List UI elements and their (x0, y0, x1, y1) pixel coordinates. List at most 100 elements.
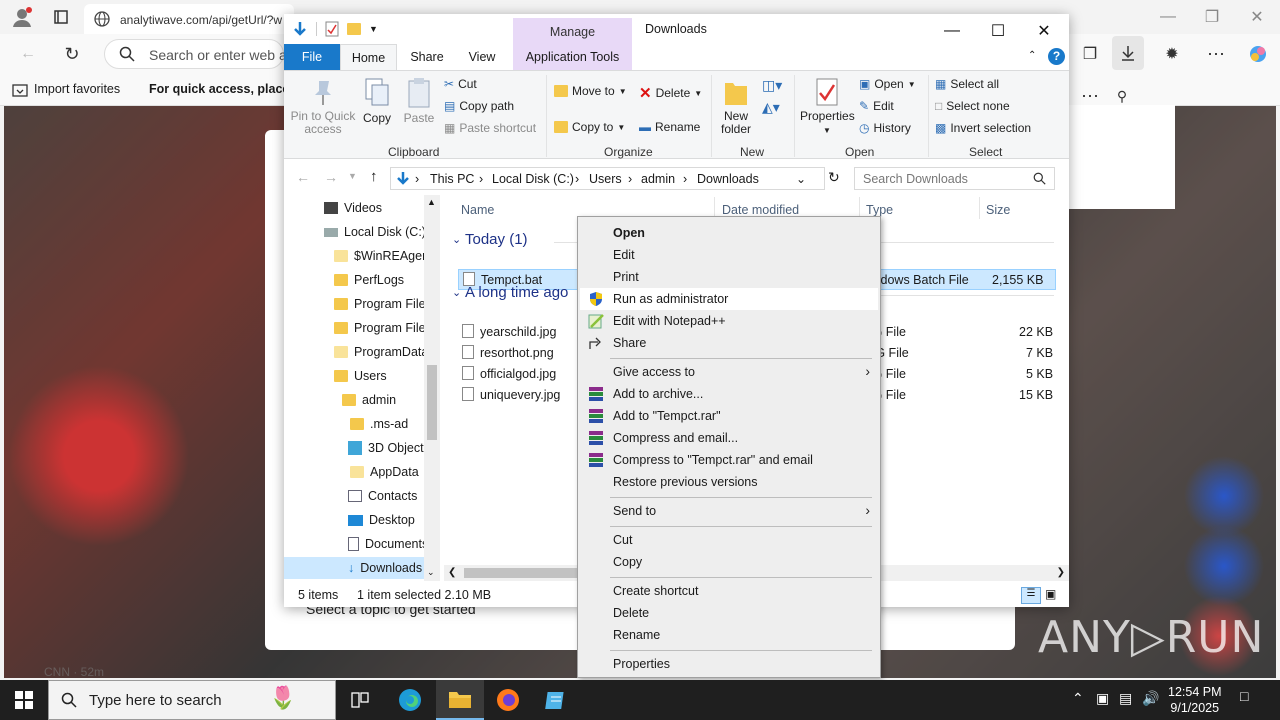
nav-item-users[interactable]: Users (334, 365, 387, 387)
nav-item-contacts[interactable]: Contacts (348, 485, 417, 507)
menu-item-edit-notepadpp[interactable]: Edit with Notepad++ (580, 310, 878, 332)
new-folder-qa-icon[interactable] (347, 23, 361, 35)
close-icon[interactable]: ✕ (1021, 18, 1067, 44)
scroll-up-icon[interactable]: ▲ (427, 197, 436, 207)
nav-item-perflogs[interactable]: PerfLogs (334, 269, 404, 291)
address-bar[interactable]: › This PC › Local Disk (C:) › Users › ad… (390, 167, 825, 190)
back-icon[interactable]: ← (14, 40, 42, 68)
omnibox[interactable]: Search or enter web a (104, 39, 287, 69)
scroll-right-icon[interactable]: ❯ (1057, 567, 1065, 578)
column-type[interactable]: Type (866, 203, 893, 217)
nav-item-program-files[interactable]: Program Files (334, 293, 432, 315)
select-none-button[interactable]: □ Select none (935, 99, 1010, 113)
copilot-icon[interactable] (1244, 40, 1272, 68)
network-icon[interactable]: ▤ (1119, 690, 1132, 707)
browser-minimize-icon[interactable]: — (1145, 4, 1191, 30)
history-button[interactable]: ◷ History (859, 121, 911, 135)
group-collapse-icon[interactable]: ⌄ (452, 233, 461, 246)
cut-button[interactable]: ✂ Cut (444, 77, 477, 91)
group-today[interactable]: Today (1) (465, 231, 528, 248)
nav-item-local-disk[interactable]: Local Disk (C:) (324, 221, 426, 243)
properties-button[interactable]: Properties ▼ (800, 77, 855, 137)
extensions-icon[interactable]: ✹ (1158, 40, 1186, 68)
properties-qa-icon[interactable] (325, 21, 339, 37)
nav-item-3d-objects[interactable]: 3D Objects (348, 437, 430, 459)
menu-item-share[interactable]: Share (580, 332, 878, 354)
scroll-left-icon[interactable]: ❮ (448, 567, 456, 578)
manage-context-tab[interactable]: Manage (513, 18, 632, 44)
start-button[interactable] (0, 680, 48, 720)
explorer-search-box[interactable]: Search Downloads (854, 167, 1055, 190)
column-size[interactable]: Size (986, 203, 1010, 217)
menu-item-run-as-administrator[interactable]: Run as administrator (580, 288, 878, 310)
tab-view[interactable]: View (457, 44, 507, 70)
tab-actions-icon[interactable] (48, 4, 74, 30)
menu-item-send-to[interactable]: Send to › (580, 500, 878, 522)
tray-overflow-icon[interactable]: ⌃ (1072, 690, 1084, 707)
move-to-button[interactable]: Move to ▼ (554, 84, 627, 98)
breadcrumb-admin[interactable]: admin (641, 172, 675, 186)
nav-forward-icon[interactable]: → (324, 169, 338, 185)
paste-shortcut-button[interactable]: ▦ Paste shortcut (444, 121, 536, 135)
address-dropdown-icon[interactable]: ⌄ (796, 172, 806, 186)
rename-button[interactable]: ▬ Rename (639, 120, 700, 134)
maximize-icon[interactable]: ☐ (975, 18, 1021, 44)
nav-item-ms-ad[interactable]: .ms-ad (350, 413, 408, 435)
nav-scroll-thumb[interactable] (427, 365, 437, 440)
nav-item-program-files-x86[interactable]: Program Files (334, 317, 432, 339)
refresh-icon[interactable]: ↻ (58, 40, 86, 68)
nav-back-icon[interactable]: ← (296, 169, 310, 185)
menu-item-add-to-archive[interactable]: Add to archive... (580, 383, 878, 405)
taskbar-firefox[interactable] (484, 680, 532, 720)
menu-item-restore-previous[interactable]: Restore previous versions (580, 471, 878, 493)
pin-quick-access-button[interactable]: Pin to Quick access (290, 77, 356, 136)
column-name[interactable]: Name (461, 203, 494, 217)
more-icon[interactable]: ❐ (1076, 40, 1104, 68)
nav-scrollbar[interactable]: ▲ ⌄ (424, 195, 440, 581)
settings-more-icon[interactable]: ⋯ (1202, 40, 1230, 68)
breadcrumb-this-pc[interactable]: This PC (430, 172, 474, 186)
menu-item-cut[interactable]: Cut (580, 529, 878, 551)
large-icons-view-icon[interactable]: ▣ (1045, 587, 1056, 601)
new-item-icon[interactable]: ◫▾ (762, 77, 782, 94)
tab-file[interactable]: File (284, 44, 340, 70)
address-refresh-icon[interactable]: ↻ (828, 169, 840, 186)
pin-icon[interactable]: ⚲ (1110, 84, 1134, 108)
menu-item-compress-email[interactable]: Compress and email... (580, 427, 878, 449)
minimize-icon[interactable]: — (929, 18, 975, 44)
notifications-icon[interactable]: □ (1240, 688, 1248, 704)
easy-access-icon[interactable]: ◭▾ (762, 99, 780, 116)
group-collapse-icon[interactable]: ⌄ (452, 286, 461, 299)
nav-up-icon[interactable]: ↑ (370, 168, 378, 185)
breadcrumb-downloads[interactable]: Downloads (697, 172, 759, 186)
menu-item-give-access[interactable]: Give access to › (580, 361, 878, 383)
browser-tab[interactable]: analytiwave.com/api/getUrl/?w (84, 4, 294, 34)
copy-path-button[interactable]: ▤ Copy path (444, 99, 514, 113)
menu-item-print[interactable]: Print (580, 266, 878, 288)
taskbar-search[interactable]: Type here to search 🌷 (48, 680, 336, 720)
page-more-icon[interactable]: ⋯ (1076, 84, 1104, 108)
breadcrumb-users[interactable]: Users (589, 172, 622, 186)
tab-share[interactable]: Share (402, 44, 452, 70)
group-long-ago[interactable]: A long time ago (465, 284, 568, 301)
nav-item-winreagent[interactable]: $WinREAgent (334, 245, 433, 267)
edit-button[interactable]: ✎ Edit (859, 99, 894, 113)
system-clock[interactable]: 12:54 PM 9/1/2025 (1168, 684, 1222, 716)
browser-restore-icon[interactable]: ❐ (1189, 4, 1235, 30)
menu-item-properties[interactable]: Properties (580, 653, 878, 675)
nav-item-appdata[interactable]: AppData (350, 461, 419, 483)
copy-to-button[interactable]: Copy to ▼ (554, 120, 625, 134)
menu-item-delete[interactable]: Delete (580, 602, 878, 624)
column-date-modified[interactable]: Date modified (722, 203, 799, 217)
breadcrumb-local-disk[interactable]: Local Disk (C:) (492, 172, 574, 186)
profile-icon[interactable] (8, 4, 36, 30)
volume-icon[interactable]: 🔊 (1142, 690, 1159, 707)
browser-close-icon[interactable]: ✕ (1234, 4, 1280, 30)
address-url[interactable]: analytiwave.com/api/getUrl/?w (120, 13, 282, 27)
menu-item-copy[interactable]: Copy (580, 551, 878, 573)
copy-big-button[interactable]: Copy (360, 77, 394, 125)
invert-selection-button[interactable]: ▩ Invert selection (935, 121, 1031, 135)
import-favorites-link[interactable]: Import favorites (34, 82, 120, 96)
menu-item-edit[interactable]: Edit (580, 244, 878, 266)
nav-item-downloads[interactable]: ↓ Downloads (284, 557, 424, 579)
